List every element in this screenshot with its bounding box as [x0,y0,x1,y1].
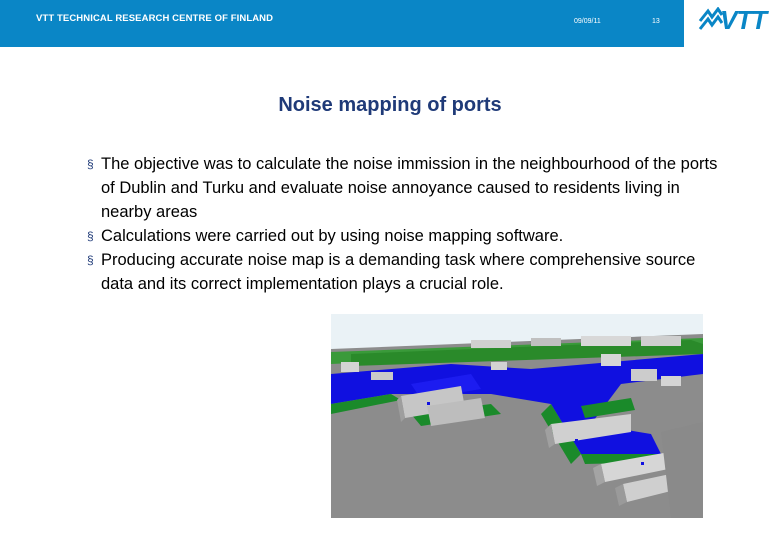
bullet-list: § The objective was to calculate the noi… [87,152,727,296]
bullet-text: Calculations were carried out by using n… [101,227,564,245]
vtt-logo: VTT [684,0,780,47]
bullet-item: § Calculations were carried out by using… [87,224,727,248]
bullet-text: The objective was to calculate the noise… [101,155,718,221]
port-noise-map-image [331,314,703,518]
bullet-marker: § [87,157,94,171]
logo-text: VTT [720,5,767,35]
bullet-marker: § [87,229,94,243]
bullet-text: Producing accurate noise map is a demand… [101,251,696,293]
bullet-marker: § [87,253,94,267]
organization-name: VTT TECHNICAL RESEARCH CENTRE OF FINLAND [36,13,274,24]
3d-map-render [331,314,703,518]
bullet-item: § Producing accurate noise map is a dema… [87,248,727,296]
header-bar: VTT TECHNICAL RESEARCH CENTRE OF FINLAND… [0,0,780,47]
slide-date: 09/09/11 [574,18,601,25]
slide-title: Noise mapping of ports [278,94,502,116]
bullet-item: § The objective was to calculate the noi… [87,152,727,224]
page-number: 13 [652,18,660,25]
